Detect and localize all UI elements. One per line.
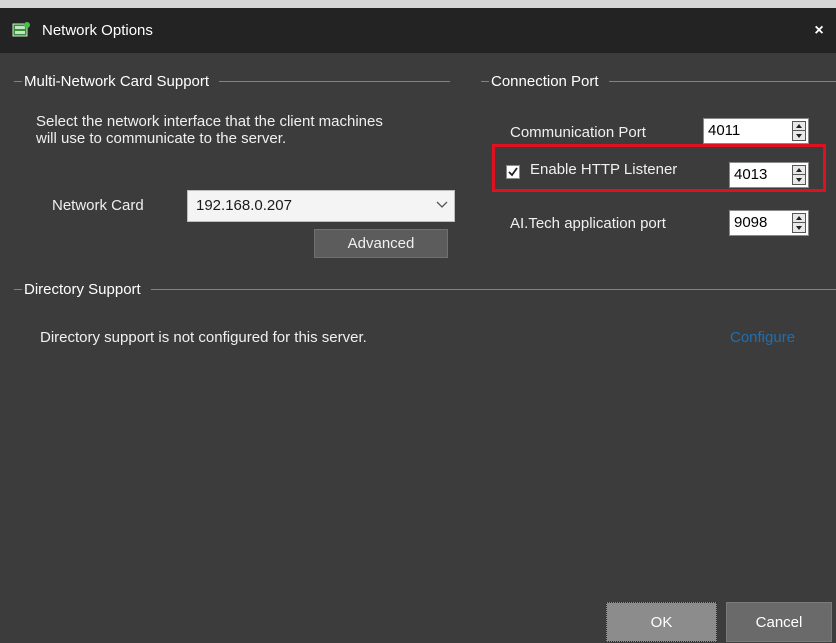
group-divider bbox=[219, 80, 450, 82]
multi-network-description: Select the network interface that the cl… bbox=[36, 113, 383, 147]
aitech-port-value: 9098 bbox=[734, 214, 768, 231]
group-divider bbox=[608, 80, 836, 82]
title-bar: Network Options × bbox=[0, 8, 836, 53]
chevron-down-icon bbox=[436, 201, 448, 208]
directory-message: Directory support is not configured for … bbox=[40, 329, 367, 346]
communication-port-stepper[interactable]: 4011 bbox=[703, 118, 809, 144]
network-card-value: 192.168.0.207 bbox=[196, 197, 292, 214]
ok-button[interactable]: OK bbox=[606, 602, 717, 642]
spinner-arrows-icon[interactable] bbox=[792, 121, 806, 141]
http-listener-checkbox[interactable] bbox=[506, 165, 520, 179]
close-icon[interactable]: × bbox=[806, 8, 832, 53]
group-divider bbox=[14, 80, 22, 82]
network-card-select[interactable]: 192.168.0.207 bbox=[187, 190, 455, 222]
screen-top-strip bbox=[0, 0, 836, 8]
multi-network-header: Multi-Network Card Support bbox=[24, 72, 210, 90]
directory-header: Directory Support bbox=[24, 280, 141, 298]
communication-port-label: Communication Port bbox=[510, 124, 646, 141]
aitech-port-stepper[interactable]: 9098 bbox=[729, 210, 809, 236]
connection-port-header: Connection Port bbox=[491, 72, 599, 90]
cancel-button[interactable]: Cancel bbox=[726, 602, 832, 642]
group-divider bbox=[150, 288, 836, 290]
configure-link[interactable]: Configure bbox=[730, 329, 795, 346]
network-options-icon bbox=[12, 22, 30, 37]
spinner-arrows-icon[interactable] bbox=[792, 213, 806, 233]
communication-port-value: 4011 bbox=[708, 122, 741, 139]
http-listener-label: Enable HTTP Listener bbox=[530, 161, 678, 178]
group-divider bbox=[14, 288, 22, 290]
spinner-arrows-icon[interactable] bbox=[792, 165, 806, 185]
http-listener-stepper[interactable]: 4013 bbox=[729, 162, 809, 188]
window-title: Network Options bbox=[42, 22, 153, 39]
network-card-label: Network Card bbox=[52, 197, 144, 214]
advanced-button[interactable]: Advanced bbox=[314, 229, 448, 258]
http-listener-value: 4013 bbox=[734, 166, 768, 183]
group-divider bbox=[481, 80, 489, 82]
aitech-port-label: AI.Tech application port bbox=[510, 215, 666, 232]
directory-group-header: Directory Support bbox=[14, 279, 836, 299]
connection-port-group-header: Connection Port bbox=[481, 71, 836, 91]
multi-network-group-header: Multi-Network Card Support bbox=[14, 71, 450, 91]
